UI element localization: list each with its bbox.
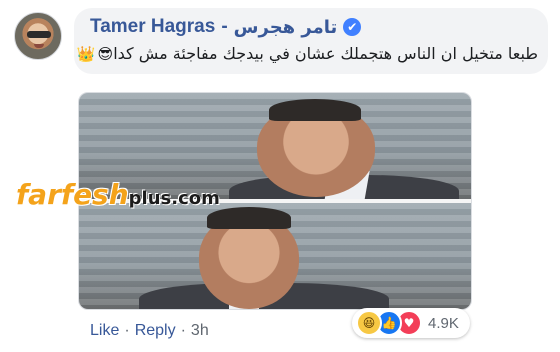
like-link[interactable]: Like bbox=[90, 322, 119, 340]
avatar-mouth bbox=[34, 44, 44, 48]
watermark-suffix: plus.com bbox=[128, 188, 220, 209]
meme-panel-bottom bbox=[79, 203, 471, 309]
crown-emoji-icon: 👑 bbox=[76, 45, 96, 63]
avatar-glasses bbox=[27, 31, 51, 38]
author-name-ar[interactable]: تامر هجرس bbox=[234, 17, 338, 38]
author-row: Tamer Hagras - تامر هجرس ✔ bbox=[90, 16, 362, 38]
reactions-summary[interactable]: 😆 👍 ♥ 4.9K bbox=[352, 308, 470, 338]
action-separator: · bbox=[124, 322, 130, 339]
author-separator: - bbox=[221, 16, 228, 37]
reply-link[interactable]: Reply bbox=[135, 322, 176, 340]
reaction-count: 4.9K bbox=[428, 314, 459, 332]
author-name-en[interactable]: Tamer Hagras bbox=[90, 16, 215, 38]
haha-icon: 😆 bbox=[356, 310, 382, 336]
comment-body: طبعا متخيل ان الناس هتجملك عشان في بيدجك… bbox=[113, 44, 538, 63]
action-separator: · bbox=[180, 322, 186, 339]
avatar[interactable] bbox=[14, 12, 62, 60]
comment-text: طبعا متخيل ان الناس هتجملك عشان في بيدجك… bbox=[75, 44, 538, 63]
comment-actions: Like · Reply · 3h bbox=[90, 322, 209, 340]
sunglasses-emoji-icon: 😎 bbox=[97, 45, 114, 63]
watermark-brand: farfesh bbox=[16, 178, 129, 211]
timestamp[interactable]: 3h bbox=[191, 322, 209, 340]
verified-check-icon: ✔ bbox=[343, 18, 362, 36]
farfesh-watermark: farfesh plus.com bbox=[16, 178, 220, 211]
